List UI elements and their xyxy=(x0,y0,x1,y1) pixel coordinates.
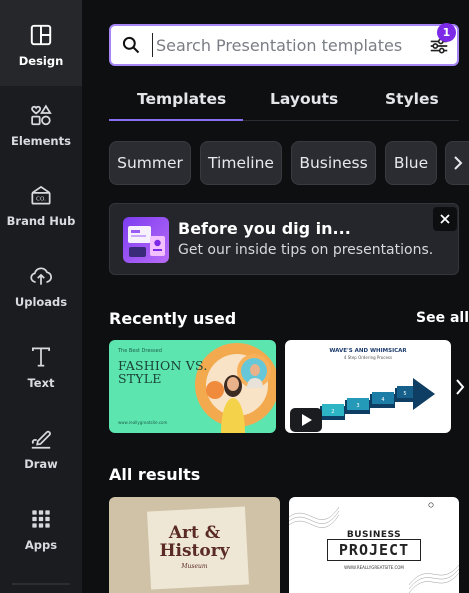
active-tab-indicator xyxy=(109,119,243,121)
chips-scroll-right-button[interactable] xyxy=(445,141,469,185)
step-number: 2 xyxy=(331,409,334,415)
card-title: FASHION VS. STYLE xyxy=(118,359,208,385)
step-number: 3 xyxy=(356,403,359,409)
tab-layouts[interactable]: Layouts xyxy=(270,90,338,110)
promo-close-button[interactable] xyxy=(433,207,457,231)
promo-subtitle: Get our inside tips on presentations. xyxy=(178,242,434,258)
close-icon xyxy=(440,214,450,224)
design-layout-icon xyxy=(30,24,52,46)
chevron-right-icon xyxy=(456,378,465,395)
card-title-line: PROJECT xyxy=(338,541,410,559)
see-all-link[interactable]: See all xyxy=(416,310,469,326)
template-card-fashion[interactable]: The Best Dressed FASHION VS. STYLE www.r… xyxy=(109,340,276,433)
promo-title: Before you dig in... xyxy=(178,219,351,238)
card-kicker: The Best Dressed xyxy=(118,348,162,354)
sidebar-item-label: Text xyxy=(27,376,55,390)
sidebar-item-label: Brand Hub xyxy=(6,214,76,228)
sidebar-item-uploads[interactable]: Uploads xyxy=(0,251,82,321)
draw-pen-icon xyxy=(31,430,51,449)
chip-summer[interactable]: Summer xyxy=(109,141,191,185)
sidebar-item-label: Uploads xyxy=(14,295,68,309)
tab-styles[interactable]: Styles xyxy=(385,90,439,110)
recently-used-heading: Recently used xyxy=(109,309,237,328)
all-results-heading: All results xyxy=(109,465,201,484)
tips-promo-card[interactable]: Before you dig in... Get our inside tips… xyxy=(109,203,459,275)
text-t-icon xyxy=(32,347,50,367)
filter-count-badge: 1 xyxy=(437,23,456,42)
svg-text:CO.: CO. xyxy=(36,197,46,203)
sidebar-item-apps[interactable]: Apps xyxy=(0,494,82,564)
card-title-line: Art & xyxy=(168,523,221,543)
play-icon xyxy=(302,414,312,426)
sidebar-item-draw[interactable]: Draw xyxy=(0,413,82,483)
chip-timeline[interactable]: Timeline xyxy=(200,141,282,185)
sidebar-item-label: Design xyxy=(18,54,64,68)
recent-scroll-right-button[interactable] xyxy=(451,340,469,433)
search-bar: 1 xyxy=(109,23,459,66)
card-footer: WWW.REALLYGREATSITE.COM xyxy=(344,565,404,570)
tab-templates[interactable]: Templates xyxy=(137,90,226,110)
promo-thumbnail xyxy=(123,217,169,263)
video-play-button[interactable] xyxy=(290,408,322,432)
card-title-line: STYLE xyxy=(118,371,162,386)
sidebar-item-design[interactable]: Design xyxy=(0,10,82,80)
chip-business[interactable]: Business xyxy=(291,141,376,185)
sidebar-item-text[interactable]: Text xyxy=(0,332,82,402)
sidebar-item-brand-hub[interactable]: CO. Brand Hub xyxy=(0,170,82,240)
brand-hub-icon: CO. xyxy=(31,185,51,205)
search-icon xyxy=(122,36,140,54)
sidebar-item-label: Draw xyxy=(24,457,58,471)
step-number: 5 xyxy=(403,391,406,397)
step-number: 4 xyxy=(381,397,384,403)
chip-blue[interactable]: Blue xyxy=(385,141,437,185)
chevron-right-icon xyxy=(453,156,462,170)
sidebar-item-label: Apps xyxy=(24,538,58,552)
elements-shapes-icon xyxy=(31,104,52,126)
presentation-illustration-icon xyxy=(128,226,165,257)
template-card-business-project[interactable]: BUSINESS PROJECT WWW.REALLYGREATSITE.COM xyxy=(289,497,459,593)
search-input[interactable] xyxy=(152,33,411,57)
template-card-art-history[interactable]: Art & History Museum xyxy=(109,497,280,593)
divider xyxy=(12,583,70,585)
card-footer: www.reallygreatsite.com xyxy=(118,420,168,425)
apps-grid-icon xyxy=(32,510,50,528)
card-title-line: History xyxy=(159,541,230,561)
card-subtitle: Museum xyxy=(181,563,208,570)
left-sidebar: Design Elements CO. Brand Hub Uploads Te… xyxy=(0,0,82,593)
sidebar-item-elements[interactable]: Elements xyxy=(0,90,82,160)
cloud-upload-icon xyxy=(30,267,53,285)
sidebar-item-label: Elements xyxy=(11,134,71,148)
